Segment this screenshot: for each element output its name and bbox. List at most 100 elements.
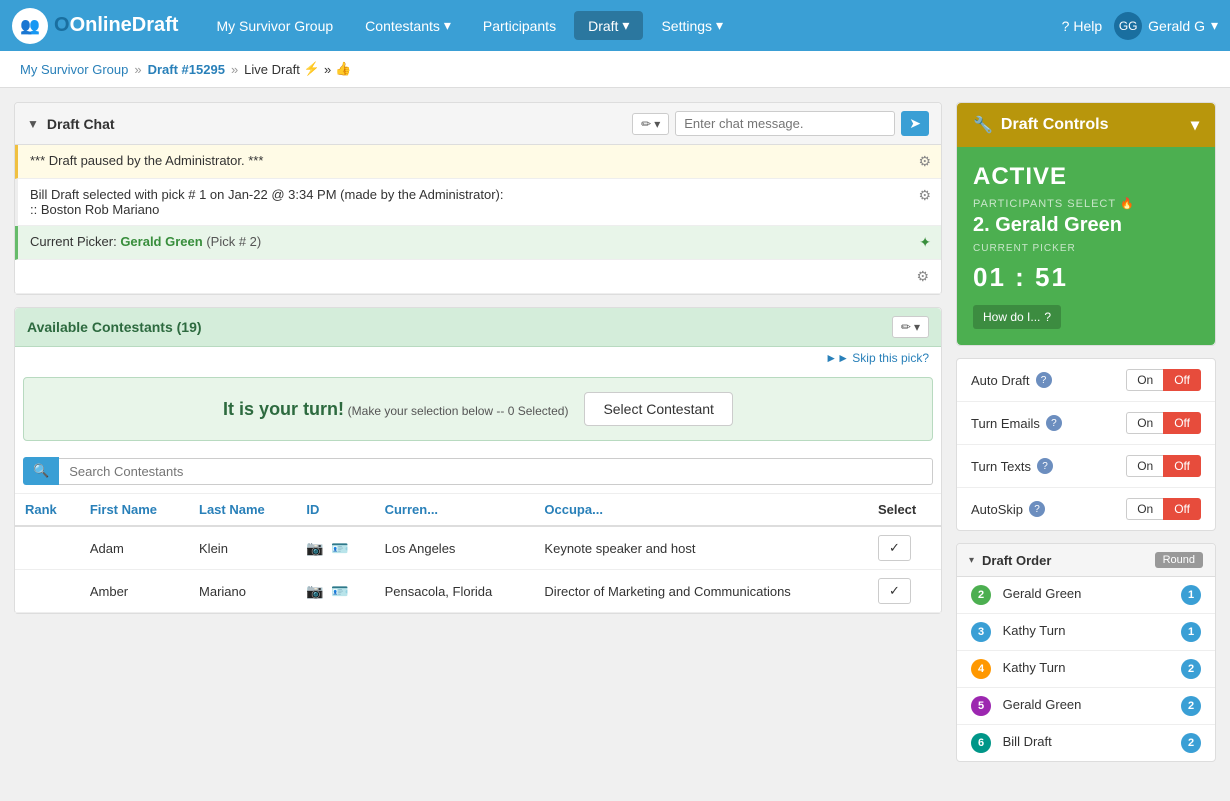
table-row: Adam Klein 📷 🪪 Los Angeles Keynote speak… (15, 526, 941, 570)
help-link[interactable]: ? Help (1062, 18, 1103, 34)
cell-rank-2 (15, 570, 80, 613)
col-current[interactable]: Curren... (375, 494, 535, 526)
round-num-4: 2 (1181, 696, 1201, 716)
chat-toggle[interactable]: ▼ (27, 117, 39, 131)
chat-send-btn[interactable]: ➤ (901, 111, 929, 136)
draft-controls-panel: 🔧 Draft Controls ▾ ACTIVE PARTICIPANTS S… (956, 102, 1216, 346)
chat-header-actions: ✏ ▾ ➤ (632, 111, 929, 136)
status-current-picker-label: CURRENT PICKER (973, 243, 1199, 254)
cell-first-1: Adam (80, 526, 189, 570)
turn-emails-help[interactable]: ? (1046, 415, 1062, 431)
auto-draft-row: Auto Draft ? On Off (957, 359, 1215, 402)
auto-skip-on[interactable]: On (1126, 498, 1163, 520)
nav-settings[interactable]: Settings ▾ (647, 11, 737, 40)
brand-icon-symbol: 👥 (20, 16, 40, 36)
draft-order-title: Draft Order (982, 553, 1051, 568)
draft-controls-caret[interactable]: ▾ (1191, 115, 1199, 135)
send-icon: ➤ (909, 115, 921, 131)
col-first-name[interactable]: First Name (80, 494, 189, 526)
draft-order-row-4: 5 Gerald Green 2 (957, 688, 1215, 725)
camera-icon-2[interactable]: 📷 (306, 583, 323, 599)
search-bar: 🔍 (15, 449, 941, 494)
auto-skip-help[interactable]: ? (1029, 501, 1045, 517)
search-input[interactable] (59, 458, 933, 485)
id-card-icon-2[interactable]: 🪪 (331, 583, 348, 599)
chat-gear-2[interactable]: ⚙ (918, 187, 931, 204)
select-btn-2[interactable]: ✓ (878, 578, 911, 604)
chat-pencil-caret: ▾ (654, 117, 660, 131)
nav-my-survivor-group[interactable]: My Survivor Group (202, 12, 347, 40)
col-id[interactable]: ID (296, 494, 374, 526)
chat-gear-3[interactable]: ✦ (919, 234, 931, 251)
chat-gear-1[interactable]: ⚙ (918, 153, 931, 170)
picker-num-5: 6 (971, 733, 991, 753)
chat-pencil-btn[interactable]: ✏ ▾ (632, 113, 669, 135)
nav-participants[interactable]: Participants (469, 12, 570, 40)
auto-skip-off[interactable]: Off (1163, 498, 1201, 520)
id-card-icon-1[interactable]: 🪪 (331, 540, 348, 556)
brand-text: OOnlineDraft (54, 14, 178, 37)
cell-select-2: ✓ (868, 570, 941, 613)
cell-current-1: Los Angeles (375, 526, 535, 570)
turn-emails-off[interactable]: Off (1163, 412, 1201, 434)
contestants-pencil-btn[interactable]: ✏ ▾ (892, 316, 929, 338)
turn-emails-label: Turn Emails ? (971, 415, 1062, 431)
select-btn-1[interactable]: ✓ (878, 535, 911, 561)
status-participants-label: PARTICIPANTS SELECT 🔥 (973, 197, 1199, 210)
cell-occupation-1: Keynote speaker and host (534, 526, 868, 570)
brand-icon: 👥 (12, 8, 48, 44)
turn-emails-toggle: On Off (1126, 412, 1201, 434)
draft-status-panel: ACTIVE PARTICIPANTS SELECT 🔥 2. Gerald G… (957, 147, 1215, 345)
table-row: Amber Mariano 📷 🪪 Pensacola, Florida Dir… (15, 570, 941, 613)
select-contestant-button[interactable]: Select Contestant (584, 392, 733, 426)
chat-input[interactable] (675, 111, 895, 136)
auto-draft-off[interactable]: Off (1163, 369, 1201, 391)
status-timer: 01 : 51 (973, 262, 1199, 293)
pencil-icon: ✏ (641, 117, 651, 131)
chat-panel-header: ▼ Draft Chat ✏ ▾ ➤ (15, 103, 941, 145)
picker-2-label: 3 Kathy Turn (971, 622, 1066, 642)
cell-first-2: Amber (80, 570, 189, 613)
status-current-picker: 2. Gerald Green (973, 214, 1199, 237)
right-column: 🔧 Draft Controls ▾ ACTIVE PARTICIPANTS S… (956, 102, 1216, 762)
breadcrumb-draft[interactable]: Draft #15295 (148, 62, 225, 77)
skip-pick-link[interactable]: ►► Skip this pick? (15, 347, 941, 369)
draft-controls-title: Draft Controls (1001, 116, 1109, 134)
your-turn-sub: (Make your selection below -- 0 Selected… (348, 404, 569, 418)
pick-num: (Pick # 2) (206, 234, 261, 249)
nav-contestants[interactable]: Contestants ▾ (351, 11, 465, 40)
user-menu[interactable]: GG Gerald G ▾ (1114, 12, 1218, 40)
turn-texts-help[interactable]: ? (1037, 458, 1053, 474)
breadcrumb-group[interactable]: My Survivor Group (20, 62, 128, 77)
brand[interactable]: 👥 OOnlineDraft (12, 8, 178, 44)
breadcrumb: My Survivor Group » Draft #15295 » Live … (0, 51, 1230, 88)
auto-draft-help[interactable]: ? (1036, 372, 1052, 388)
chat-gear-4[interactable]: ⚙ (916, 268, 929, 285)
auto-draft-on[interactable]: On (1126, 369, 1163, 391)
turn-texts-off[interactable]: Off (1163, 455, 1201, 477)
chat-message-text-paused: *** Draft paused by the Administrator. *… (30, 153, 918, 168)
nav-draft[interactable]: Draft ▾ (574, 11, 643, 40)
col-rank[interactable]: Rank (15, 494, 80, 526)
chat-input-area: ➤ (675, 111, 929, 136)
picker-name-2: Kathy Turn (1003, 623, 1066, 638)
how-do-i-button[interactable]: How do I... ? (973, 305, 1061, 329)
settings-dropdown-icon: ▾ (716, 17, 723, 34)
turn-texts-label: Turn Texts ? (971, 458, 1053, 474)
how-do-i-help-icon: ? (1044, 310, 1051, 324)
turn-texts-on[interactable]: On (1126, 455, 1163, 477)
chat-message-current: Current Picker: Gerald Green (Pick # 2) … (15, 226, 941, 260)
cell-current-2: Pensacola, Florida (375, 570, 535, 613)
camera-icon-1[interactable]: 📷 (306, 540, 323, 556)
picker-num-2: 3 (971, 622, 991, 642)
round-num-5: 2 (1181, 733, 1201, 753)
contestants-table: Rank First Name Last Name ID Curren... O… (15, 494, 941, 613)
settings-panel: Auto Draft ? On Off Turn Emails ? On Off (956, 358, 1216, 531)
draft-order-toggle[interactable]: ▾ (969, 555, 974, 566)
breadcrumb-sep-3: » (324, 62, 331, 77)
round-badge: Round (1155, 552, 1203, 568)
turn-emails-on[interactable]: On (1126, 412, 1163, 434)
col-last-name[interactable]: Last Name (189, 494, 296, 526)
col-occupation[interactable]: Occupa... (534, 494, 868, 526)
cell-occupation-2: Director of Marketing and Communications (534, 570, 868, 613)
